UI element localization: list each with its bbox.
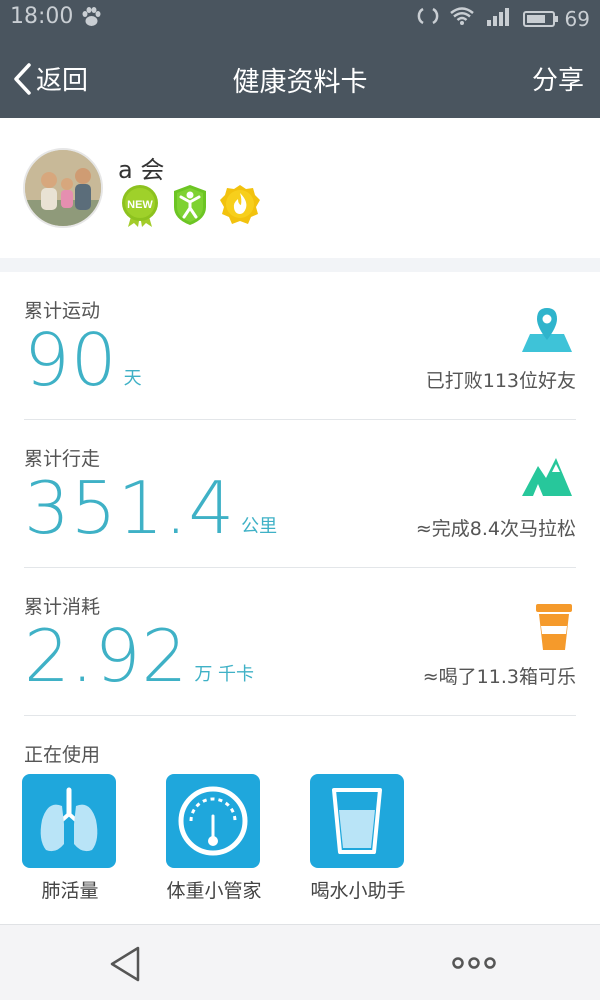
stats-section: 累计运动 90 天 已打败113位好友 累计行走 351.4 公里 ≈完成8.4… bbox=[0, 272, 600, 924]
app-name: 体重小管家 bbox=[166, 880, 262, 902]
more-options-icon[interactable] bbox=[452, 955, 496, 974]
status-time: 18:00 bbox=[10, 4, 74, 29]
status-bar: 18:00 69 bbox=[0, 0, 600, 40]
stat-unit: 公里 bbox=[241, 516, 278, 537]
stat-value: 2.92 万 千卡 bbox=[24, 620, 254, 692]
lungs-icon bbox=[22, 774, 116, 868]
stat-description: ≈喝了11.3箱可乐 bbox=[422, 666, 576, 688]
exercise-badge-icon[interactable] bbox=[170, 183, 210, 227]
app-lung-capacity[interactable]: 肺活量 bbox=[22, 774, 118, 903]
stat-number: 351.4 bbox=[24, 466, 236, 550]
app-list: 肺活量 体重小管家 喝水小助手 bbox=[22, 774, 406, 903]
stat-number: 2.92 bbox=[24, 614, 189, 698]
page-title: 健康资料卡 bbox=[232, 67, 368, 98]
bottom-nav-bar bbox=[0, 924, 600, 1000]
battery-icon bbox=[522, 10, 558, 27]
badge-list: NEW bbox=[120, 183, 260, 227]
stat-walking-distance: 累计行走 351.4 公里 ≈完成8.4次马拉松 bbox=[24, 420, 576, 568]
stat-unit: 万 千卡 bbox=[194, 664, 255, 685]
stat-exercise-days: 累计运动 90 天 已打败113位好友 bbox=[24, 272, 576, 420]
flame-badge-icon[interactable] bbox=[220, 183, 260, 227]
wifi-icon bbox=[449, 6, 475, 31]
stat-description: 已打败113位好友 bbox=[425, 370, 576, 392]
app-name: 肺活量 bbox=[41, 880, 99, 902]
profile-card: a 会 NEW bbox=[0, 118, 600, 258]
cup-icon bbox=[534, 602, 574, 656]
app-name: 喝水小助手 bbox=[310, 880, 406, 902]
share-button[interactable]: 分享 bbox=[532, 60, 584, 97]
stat-value: 351.4 公里 bbox=[24, 472, 277, 544]
scale-gauge-icon bbox=[166, 774, 260, 868]
battery-level: 69 bbox=[564, 6, 590, 31]
stat-unit: 天 bbox=[123, 368, 142, 389]
stat-number: 90 bbox=[24, 318, 118, 402]
avatar[interactable] bbox=[23, 148, 103, 228]
stat-calories: 累计消耗 2.92 万 千卡 ≈喝了11.3箱可乐 bbox=[24, 568, 576, 716]
svg-text:NEW: NEW bbox=[127, 199, 153, 211]
app-water-assistant[interactable]: 喝水小助手 bbox=[310, 774, 406, 903]
new-badge-icon[interactable]: NEW bbox=[120, 183, 160, 227]
sync-icon bbox=[417, 5, 439, 32]
stat-description: ≈完成8.4次马拉松 bbox=[415, 518, 576, 540]
paw-icon bbox=[80, 6, 102, 32]
in-use-label: 正在使用 bbox=[24, 744, 101, 766]
signal-icon bbox=[485, 6, 513, 31]
water-glass-icon bbox=[310, 774, 404, 868]
nav-bar: 返回 健康资料卡 分享 bbox=[0, 40, 600, 118]
stat-value: 90 天 bbox=[24, 324, 142, 396]
username: a 会 bbox=[118, 156, 165, 184]
mountain-icon bbox=[520, 454, 574, 502]
location-map-icon bbox=[520, 306, 574, 360]
nav-back-triangle-icon[interactable] bbox=[108, 945, 142, 987]
app-weight-manager[interactable]: 体重小管家 bbox=[166, 774, 262, 903]
